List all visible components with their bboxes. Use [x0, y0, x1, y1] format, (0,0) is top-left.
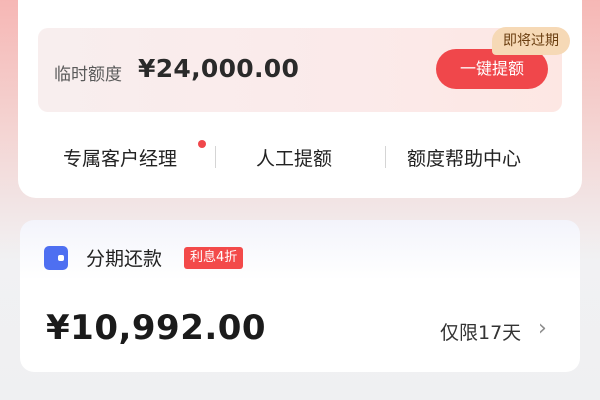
interest-badge: 利息4折 — [184, 247, 244, 269]
temp-quota-label: 临时额度 — [54, 65, 122, 85]
temp-quota-panel: 临时额度 ¥24,000.00 一键提额 — [38, 28, 562, 112]
service-links: 专属客户经理 人工提额 额度帮助中心 — [18, 140, 582, 176]
installment-title: 分期还款 — [86, 248, 163, 270]
installment-card[interactable]: 分期还款 利息4折 ¥10,992.00 仅限17天 › — [20, 220, 580, 372]
divider — [215, 146, 216, 168]
boost-quota-button[interactable]: 一键提额 — [436, 49, 548, 89]
temp-quota-amount: ¥24,000.00 — [138, 54, 300, 83]
divider — [385, 146, 386, 168]
limit-days-text[interactable]: 仅限17天 — [440, 318, 521, 345]
expiring-tag: 即将过期 — [492, 27, 570, 55]
installment-amount: ¥10,992.00 — [46, 308, 267, 348]
chevron-right-icon[interactable]: › — [538, 316, 547, 341]
wallet-icon — [44, 246, 68, 270]
account-manager-link[interactable]: 专属客户经理 — [63, 144, 177, 171]
quota-help-link[interactable]: 额度帮助中心 — [407, 144, 521, 171]
manual-boost-link[interactable]: 人工提额 — [256, 144, 332, 171]
notification-dot-icon — [198, 140, 206, 148]
